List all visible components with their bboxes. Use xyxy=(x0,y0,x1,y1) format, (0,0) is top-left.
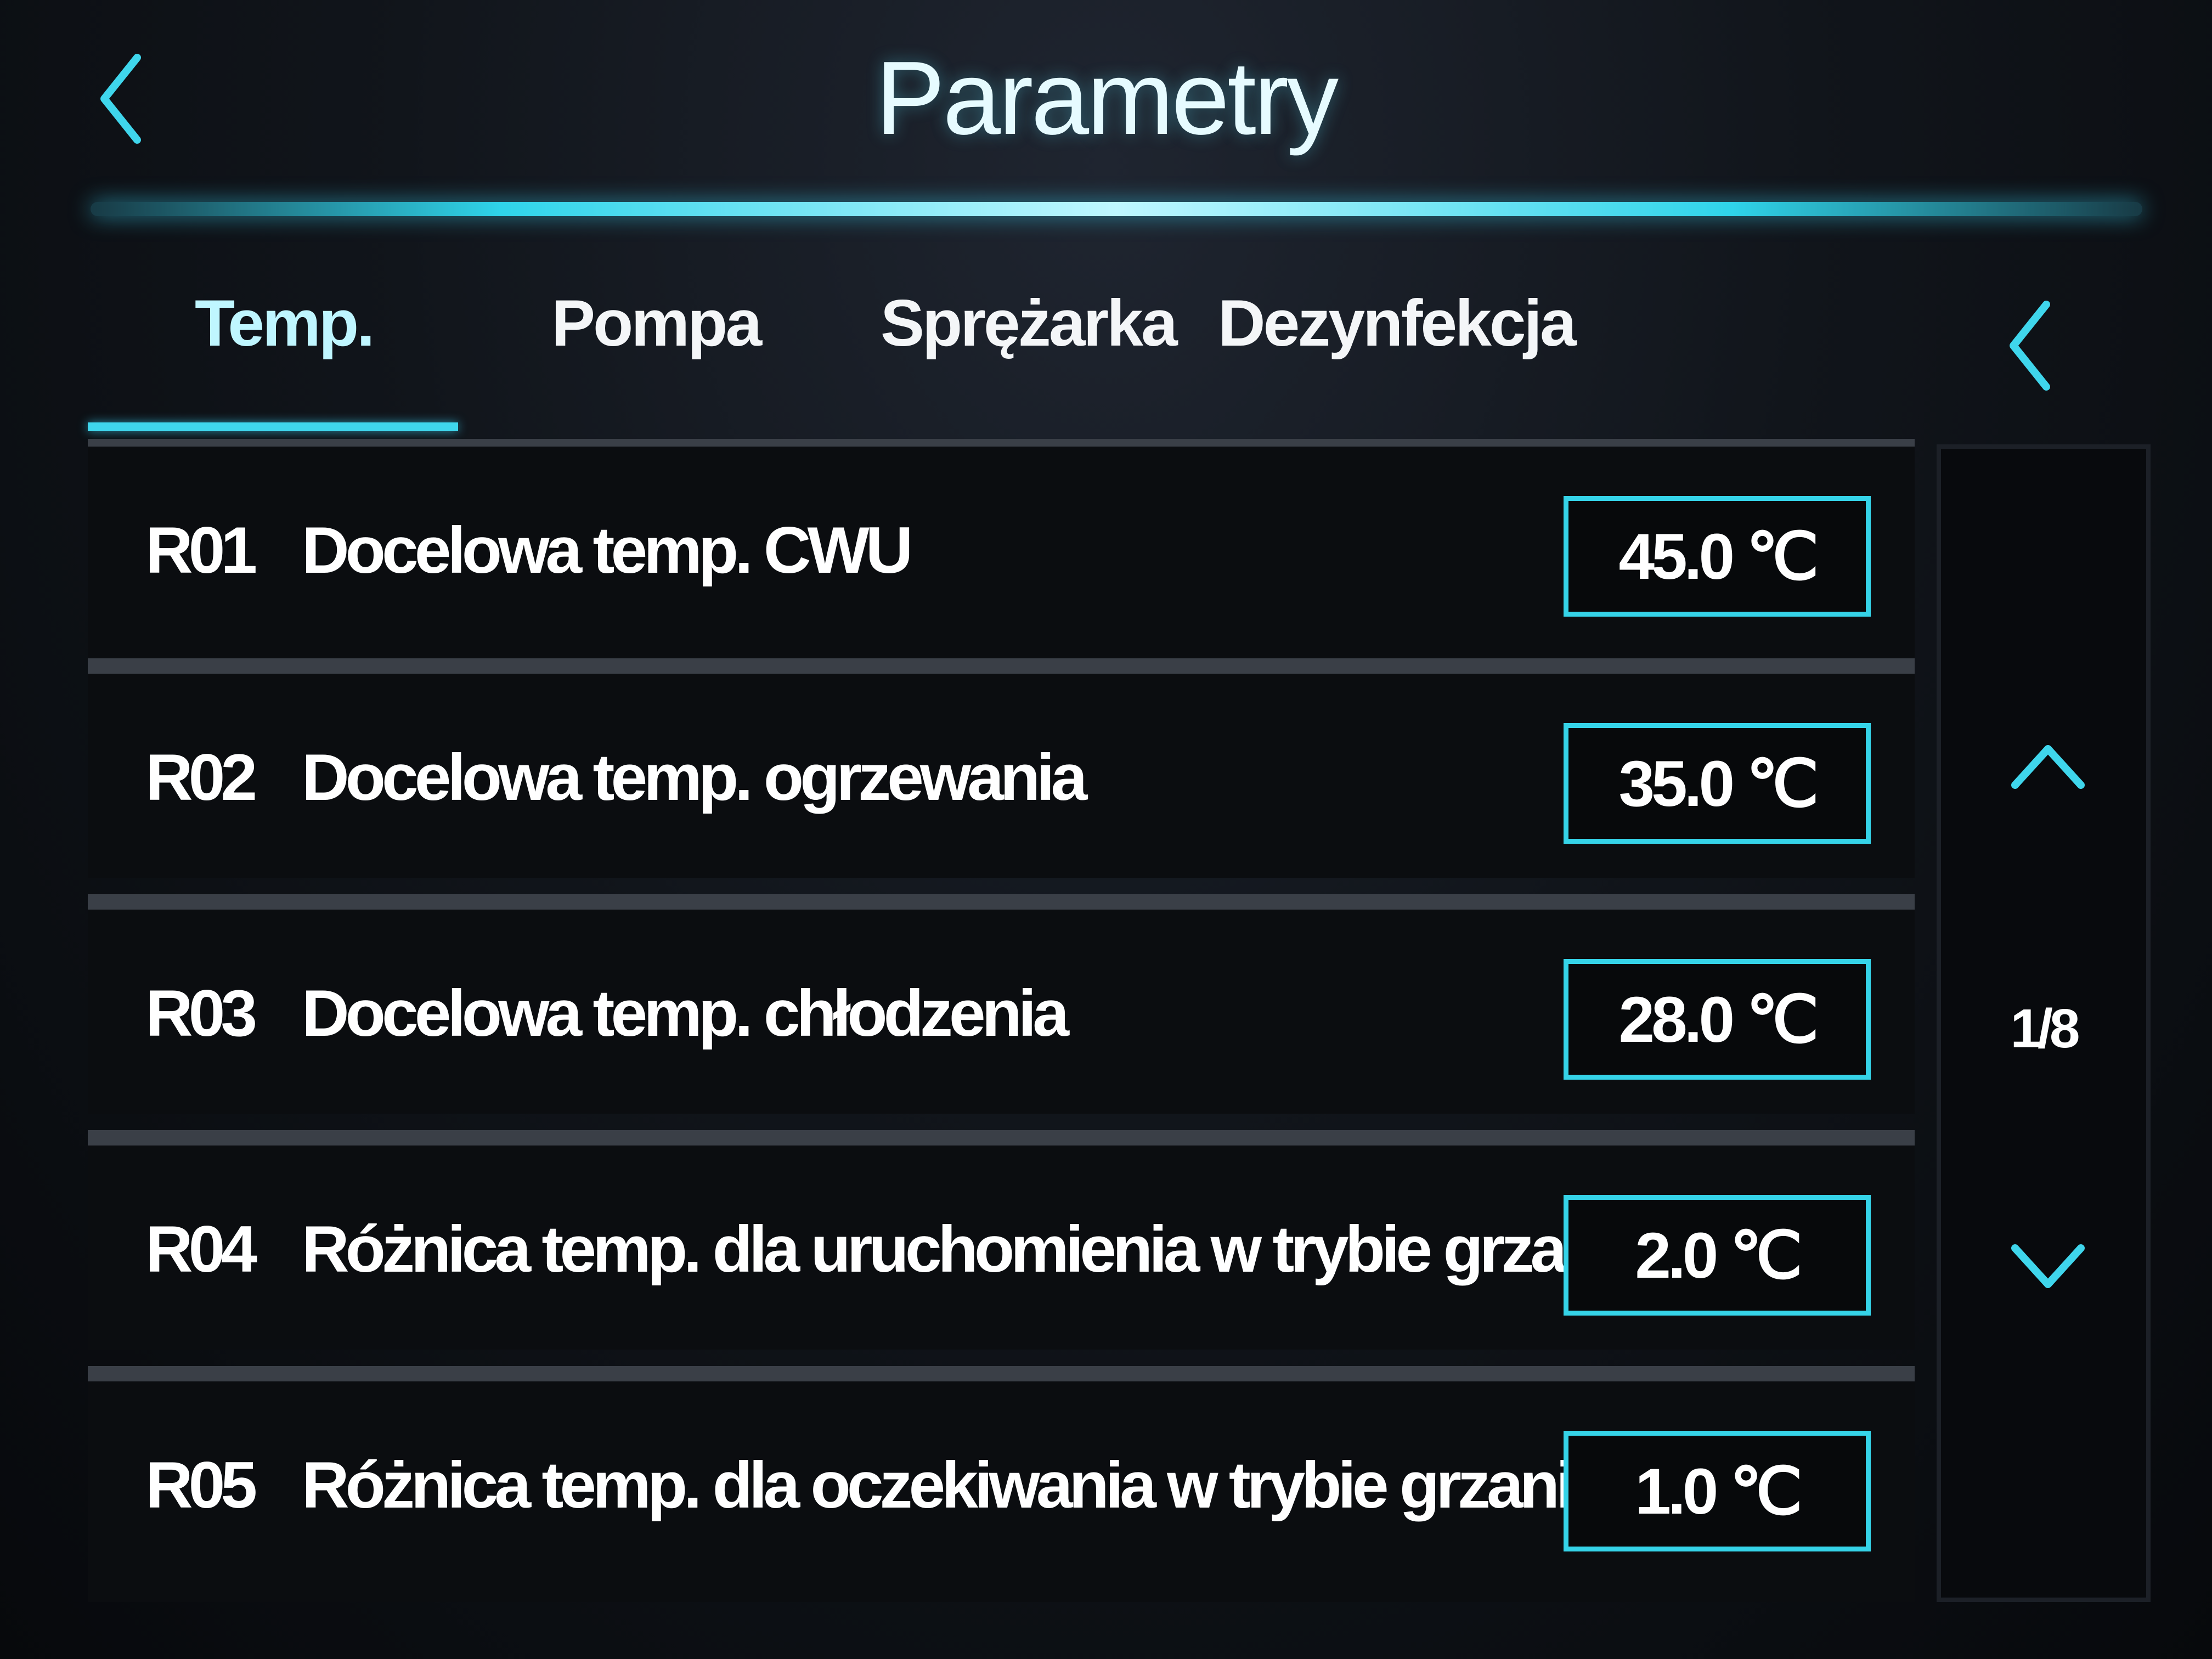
parameter-row-r02: R02 Docelowa temp. ogrzewania 35.0 ℃ xyxy=(88,658,1915,878)
chevron-down-icon xyxy=(2011,1244,2085,1288)
page-navigator: 1/8 xyxy=(1937,444,2151,1602)
parameter-value-field[interactable]: 1.0 ℃ xyxy=(1564,1431,1871,1551)
parameter-label: Różnica temp. dla uruchomienia w trybie … xyxy=(302,1212,1651,1286)
parameter-code: R02 xyxy=(145,741,257,814)
parameter-code: R03 xyxy=(145,977,257,1050)
parameter-row-r03: R03 Docelowa temp. chłodzenia 28.0 ℃ xyxy=(88,894,1915,1114)
tab-pompa[interactable]: Pompa xyxy=(551,285,762,361)
parameter-row-r01: R01 Docelowa temp. CWU 45.0 ℃ xyxy=(88,439,1915,658)
tab-scroll-left-button[interactable] xyxy=(1986,285,2074,406)
parameter-label: Docelowa temp. chłodzenia xyxy=(302,977,1069,1050)
parameter-code: R01 xyxy=(145,514,257,587)
tab-dezynfekcja[interactable]: Dezynfekcja xyxy=(1218,285,1577,361)
tab-bar: Temp. Pompa Sprężarka Dezynfekcja xyxy=(88,263,1734,439)
parameter-value-field[interactable]: 35.0 ℃ xyxy=(1564,723,1871,844)
parameters-screen: Parametry Temp. Pompa Sprężarka Dezynfek… xyxy=(0,0,2212,1659)
chevron-left-icon xyxy=(2010,301,2050,391)
parameter-label: Docelowa temp. CWU xyxy=(302,514,913,587)
parameter-code: R04 xyxy=(145,1212,257,1286)
parameter-value-field[interactable]: 45.0 ℃ xyxy=(1564,496,1871,617)
page-up-button[interactable] xyxy=(1993,712,2103,822)
active-tab-indicator xyxy=(88,422,458,431)
chevron-up-icon xyxy=(2011,745,2085,789)
tab-sprezarka[interactable]: Sprężarka xyxy=(881,285,1178,361)
parameter-label: Docelowa temp. ogrzewania xyxy=(302,741,1087,814)
page-title: Parametry xyxy=(875,40,1339,156)
parameter-list: R01 Docelowa temp. CWU 45.0 ℃ R02 Docelo… xyxy=(88,439,1915,1613)
page-down-button[interactable] xyxy=(1993,1211,2103,1321)
page-indicator: 1/8 xyxy=(2010,998,2080,1059)
header-divider xyxy=(91,202,2142,216)
tab-temp[interactable]: Temp. xyxy=(195,285,375,361)
parameter-row-r05: R05 Różnica temp. dla oczekiwania w tryb… xyxy=(88,1366,1915,1602)
parameter-value-field[interactable]: 28.0 ℃ xyxy=(1564,959,1871,1080)
parameter-row-r04: R04 Różnica temp. dla uruchomienia w try… xyxy=(88,1130,1915,1350)
parameter-value-field[interactable]: 2.0 ℃ xyxy=(1564,1195,1871,1316)
parameter-code: R05 xyxy=(145,1448,257,1522)
parameter-label: Różnica temp. dla oczekiwania w trybie g… xyxy=(302,1448,1607,1522)
